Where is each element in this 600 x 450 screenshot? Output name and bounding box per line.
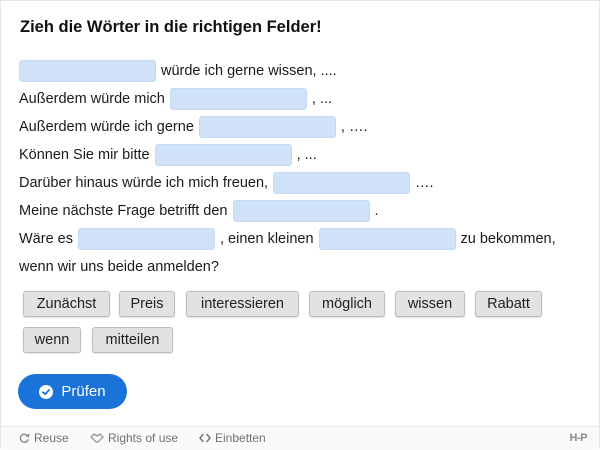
sentence-text: Außerdem würde ich gerne (19, 119, 194, 135)
sentence-line-5: Darüber hinaus würde ich mich freuen, …. (19, 169, 589, 197)
drop-zone-8[interactable] (318, 228, 456, 250)
rights-of-use-link[interactable]: Rights of use (90, 431, 178, 445)
draggable-word[interactable]: wissen (395, 291, 465, 317)
drop-zone-1[interactable] (19, 60, 156, 82)
sentence-text: Außerdem würde mich (19, 91, 165, 107)
draggable-word[interactable]: möglich (309, 291, 385, 317)
handshake-icon (90, 432, 104, 444)
sentence-text: , …. (340, 119, 368, 135)
sentence-text: , einen kleinen (220, 231, 314, 247)
sentence-text: . (374, 203, 379, 219)
drop-zone-4[interactable] (154, 144, 292, 166)
check-button-label: Prüfen (61, 383, 106, 400)
sentence-text: , ... (311, 91, 333, 107)
h5p-logo[interactable]: H-P (570, 432, 588, 444)
sentence-line-3: Außerdem würde ich gerne , …. (19, 113, 589, 141)
draggable-word[interactable]: Rabatt (475, 291, 542, 317)
sentence-line-4: Können Sie mir bitte , ... (19, 141, 589, 169)
sentence-text: würde ich gerne wissen, .... (161, 63, 337, 79)
rights-of-use-label: Rights of use (108, 431, 179, 445)
code-icon (199, 433, 211, 443)
sentence-line-7: Wäre es , einen kleinen zu bekommen, (19, 225, 589, 253)
check-button[interactable]: Prüfen (18, 374, 127, 409)
sentence-line-1: würde ich gerne wissen, .... (19, 57, 589, 85)
draggable-word[interactable]: wenn (23, 327, 81, 353)
embed-label: Einbetten (215, 431, 266, 445)
sentence-area: würde ich gerne wissen, .... Außerdem wü… (19, 57, 589, 281)
sentence-text: Meine nächste Frage betrifft den (19, 203, 228, 219)
sentence-text: …. (415, 175, 434, 191)
drop-zone-2[interactable] (169, 88, 307, 110)
sentence-text: Wäre es (19, 231, 73, 247)
drop-zone-5[interactable] (273, 172, 411, 194)
draggable-word[interactable]: mitteilen (92, 327, 173, 353)
sentence-line-2: Außerdem würde mich , ... (19, 85, 589, 113)
draggable-word[interactable]: Zunächst (23, 291, 110, 317)
sentence-line-6: Meine nächste Frage betrifft den . (19, 197, 589, 225)
draggable-word[interactable]: Preis (119, 291, 175, 317)
reuse-icon (18, 432, 30, 444)
draggable-word[interactable]: interessieren (186, 291, 299, 317)
h5p-drag-text-container: Zieh die Wörter in die richtigen Felder!… (0, 0, 600, 450)
reuse-link[interactable]: Reuse (18, 431, 69, 445)
embed-link[interactable]: Einbetten (199, 431, 266, 445)
footer-bar: Reuse Rights of use Einbetten H-P (1, 426, 599, 450)
sentence-text: wenn wir uns beide anmelden? (19, 259, 219, 275)
drop-zone-3[interactable] (198, 116, 336, 138)
drop-zone-7[interactable] (78, 228, 215, 250)
drop-zone-6[interactable] (232, 200, 370, 222)
task-title: Zieh die Wörter in die richtigen Felder! (20, 18, 322, 36)
sentence-text: Können Sie mir bitte (19, 147, 150, 163)
sentence-text: zu bekommen, (460, 231, 556, 247)
reuse-label: Reuse (34, 431, 69, 445)
check-circle-icon (39, 384, 54, 399)
sentence-text: Darüber hinaus würde ich mich freuen, (19, 175, 269, 191)
sentence-line-8: wenn wir uns beide anmelden? (19, 253, 589, 281)
sentence-text: , ... (296, 147, 317, 163)
